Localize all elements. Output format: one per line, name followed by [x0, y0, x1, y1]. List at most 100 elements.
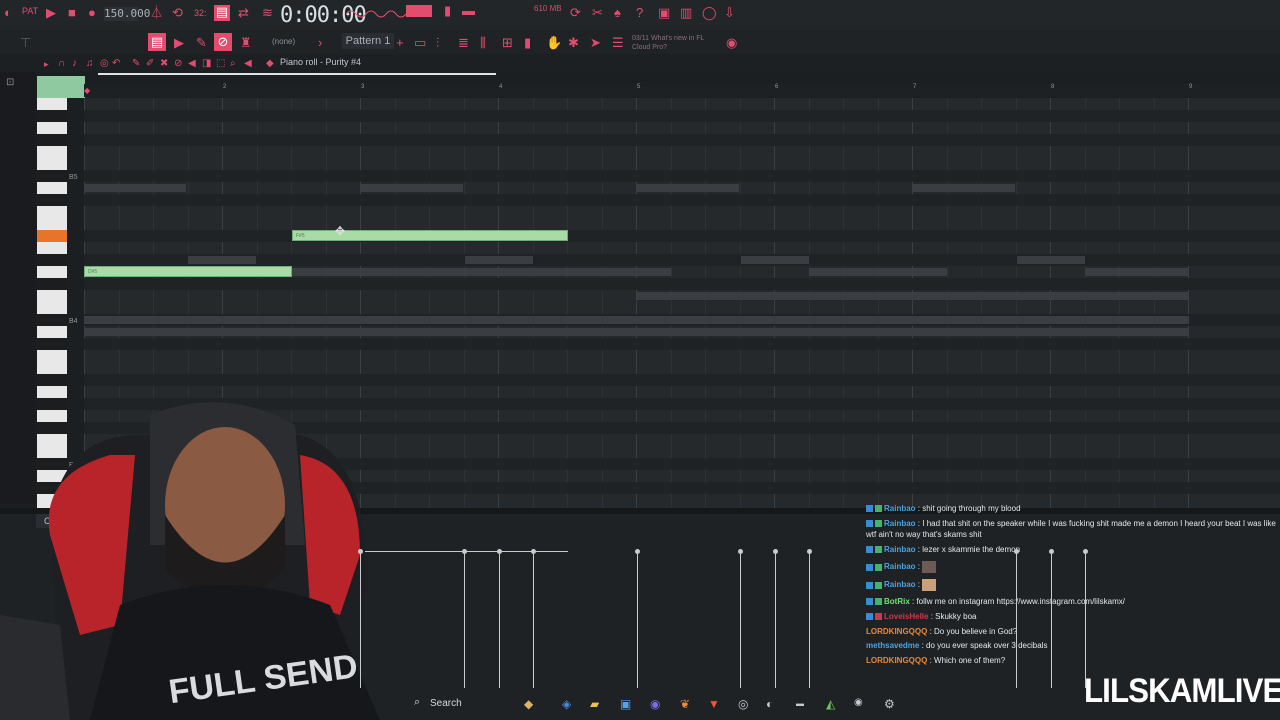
snap-icon[interactable]: ▤	[148, 33, 166, 51]
record-icon[interactable]: ●	[88, 6, 96, 20]
note-f-sharp-5[interactable]: F#5	[292, 230, 568, 241]
arrow-right-icon[interactable]: ›	[318, 36, 322, 50]
stamp-icon[interactable]: ♜	[240, 36, 252, 50]
channel-icon[interactable]: ▭	[414, 36, 426, 50]
note-d-sharp-5[interactable]: D#5	[84, 266, 292, 277]
news-hint[interactable]: 03/11 What's new in FL Cloud Pro?	[632, 34, 722, 52]
download-icon[interactable]: ⇩	[724, 6, 735, 20]
browser-icon[interactable]: ⊞	[502, 36, 513, 50]
play-note-icon[interactable]: ♫	[86, 57, 94, 71]
black-key[interactable]	[37, 374, 67, 386]
draw-tool-icon[interactable]: ✎	[196, 36, 207, 50]
news-icon[interactable]: ◉	[726, 36, 737, 50]
add-pattern-icon[interactable]: +	[396, 36, 404, 50]
4k-app-icon[interactable]: ◉	[854, 697, 863, 708]
chat-icon[interactable]: ◯	[702, 6, 717, 20]
fl-menu-icon[interactable]: ◐	[4, 6, 12, 20]
metronome-icon[interactable]: ⏃	[150, 6, 163, 20]
velocity-stem[interactable]	[637, 551, 638, 688]
sliders-icon[interactable]: ⫶	[436, 36, 439, 50]
velocity-handle[interactable]	[358, 549, 363, 554]
slice-icon[interactable]: ◨	[202, 57, 211, 71]
arrow-tool-icon[interactable]: ➤	[590, 36, 601, 50]
tempo-display[interactable]: 150.000	[104, 7, 150, 21]
undo-icon[interactable]: ↶	[112, 57, 120, 71]
velocity-handle[interactable]	[738, 549, 743, 554]
velocity-handle[interactable]	[462, 549, 467, 554]
zoom-icon[interactable]: ⌕	[230, 57, 236, 71]
menu-icon[interactable]: ☰	[612, 36, 624, 50]
preset-label[interactable]: (none)	[272, 37, 295, 46]
mute-icon[interactable]: ⊘	[174, 57, 182, 71]
velocity-stem[interactable]	[1051, 551, 1052, 688]
black-key[interactable]	[37, 338, 67, 350]
refresh-icon[interactable]: ⟳	[570, 6, 581, 20]
steam-app-icon[interactable]: ⚙	[884, 697, 895, 711]
play-icon[interactable]: ▶	[46, 6, 56, 20]
discord-icon[interactable]: ◉	[650, 697, 660, 711]
step-edit-icon[interactable]: 32:	[194, 6, 207, 20]
forward-icon[interactable]: ▶	[174, 36, 184, 50]
brave-icon[interactable]: ▼	[708, 697, 720, 711]
magnet-icon[interactable]: ∩	[58, 57, 65, 71]
pattern-song-toggle[interactable]: PAT	[22, 4, 38, 18]
nvidia-icon[interactable]: ◭	[826, 697, 835, 711]
scroll-indicator[interactable]	[98, 73, 496, 75]
help-icon[interactable]: ?	[636, 6, 643, 20]
black-key[interactable]	[37, 134, 67, 146]
velocity-handle[interactable]	[807, 549, 812, 554]
pencil-icon[interactable]: ✎	[132, 57, 140, 71]
velocity-stem[interactable]	[360, 551, 361, 688]
black-key[interactable]	[37, 314, 67, 326]
velocity-stem[interactable]	[809, 551, 810, 688]
playback-icon[interactable]: ◀	[244, 57, 252, 71]
black-key[interactable]	[37, 170, 67, 182]
target-icon[interactable]: ◎	[100, 57, 109, 71]
velocity-stem[interactable]	[740, 551, 741, 688]
piano-roll-icon[interactable]: ⫼	[480, 36, 486, 50]
select-icon[interactable]: ⬚	[216, 57, 225, 71]
pattern-selector[interactable]: Pattern 1	[342, 33, 394, 49]
delete-icon[interactable]: ✖	[160, 57, 168, 71]
typing-keyboard-icon[interactable]: ▤	[214, 5, 230, 21]
loop-record-icon[interactable]: ⟲	[172, 6, 183, 20]
store-icon[interactable]: ▣	[620, 697, 631, 711]
black-key[interactable]	[37, 254, 67, 266]
copilot-icon[interactable]: ◈	[562, 697, 571, 711]
velocity-handle[interactable]	[497, 549, 502, 554]
stop-icon[interactable]: ■	[68, 6, 76, 20]
black-key[interactable]	[37, 278, 67, 290]
velocity-stem[interactable]	[533, 551, 534, 688]
link-tool-icon[interactable]: ⊘	[214, 33, 232, 51]
velocity-handle[interactable]	[1083, 549, 1088, 554]
brush-icon[interactable]: ✐	[146, 57, 154, 71]
velocity-stem[interactable]	[775, 551, 776, 688]
mic-icon[interactable]: ♠	[614, 6, 621, 20]
file-explorer-icon[interactable]: ▰	[590, 697, 599, 711]
playlist-icon[interactable]: ≣	[458, 36, 469, 50]
app-icon[interactable]: ▬	[796, 699, 804, 708]
options-arrow-icon[interactable]: ▸	[44, 57, 49, 71]
velocity-stem[interactable]	[1016, 551, 1017, 688]
master-volume[interactable]	[406, 5, 432, 17]
velocity-handle[interactable]	[1049, 549, 1054, 554]
touch-icon[interactable]: ✋	[546, 36, 562, 50]
obs-icon[interactable]: ◎	[738, 697, 748, 711]
velocity-stem[interactable]	[464, 551, 465, 688]
save-icon[interactable]: ▣	[658, 6, 670, 20]
velocity-handle[interactable]	[531, 549, 536, 554]
folder-icon[interactable]: ⊡	[6, 76, 14, 90]
piano-roll-title[interactable]: Piano roll - Purity #4	[280, 57, 361, 67]
cut-icon[interactable]: ✂	[592, 6, 603, 20]
active-key[interactable]	[37, 230, 67, 242]
plugin-icon[interactable]: ▮	[524, 36, 531, 50]
black-key[interactable]	[37, 194, 67, 206]
black-key[interactable]	[37, 110, 67, 122]
pin-icon[interactable]: ⊤	[20, 36, 31, 50]
steam-icon[interactable]: ◐	[766, 697, 773, 711]
snap-toggle-icon[interactable]: ♪	[72, 57, 77, 71]
fl-studio-icon[interactable]: ❦	[680, 697, 690, 711]
tools-icon[interactable]: ✱	[568, 36, 579, 50]
news-widget-icon[interactable]: ◆	[524, 697, 533, 711]
velocity-handle[interactable]	[635, 549, 640, 554]
